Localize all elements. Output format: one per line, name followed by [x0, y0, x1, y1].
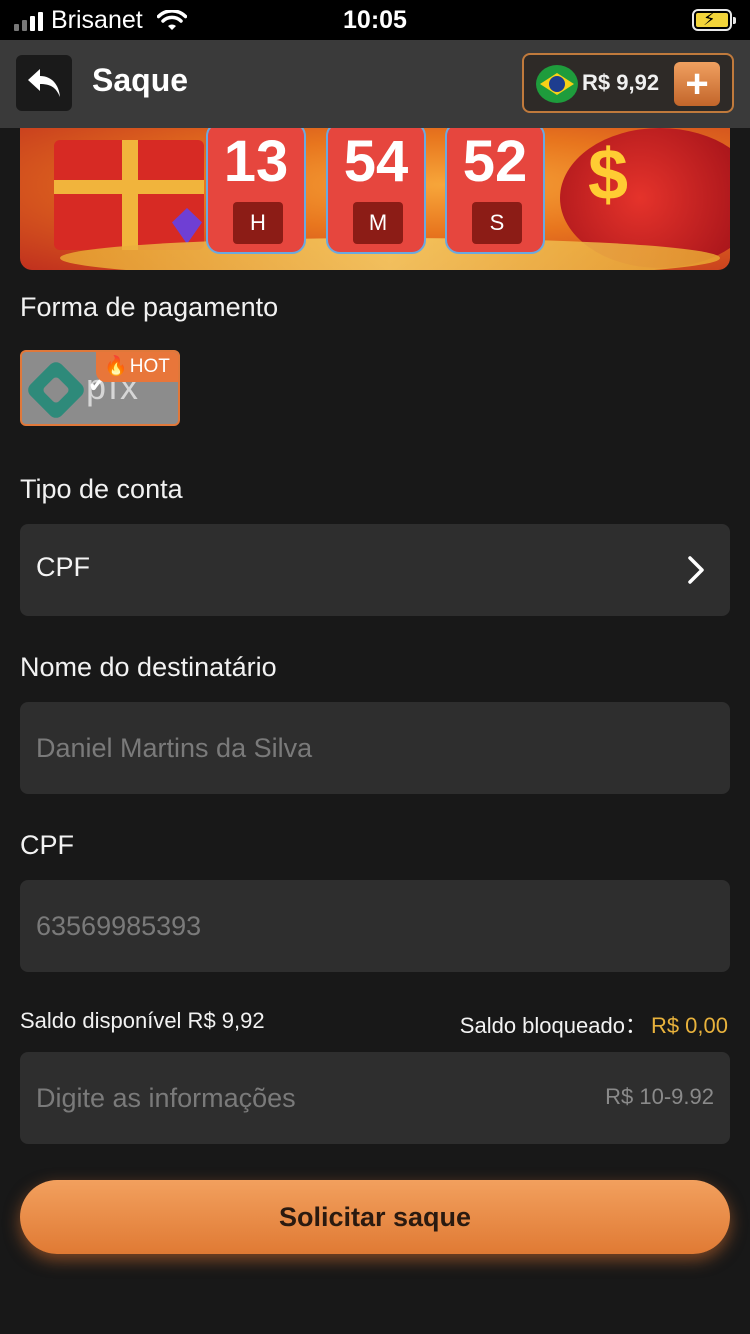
plus-icon: + [685, 62, 709, 106]
amount-input[interactable] [36, 1052, 576, 1144]
deposit-add-button[interactable]: + [674, 62, 720, 106]
hot-badge: 🔥 HOT [96, 352, 178, 382]
page-title: Saque [92, 62, 189, 98]
countdown-minutes: 54 M [326, 128, 426, 254]
clock: 10:05 [343, 6, 407, 34]
recipient-name-label: Nome do destinatário [20, 652, 277, 682]
saldo-bloqueado: Saldo bloqueado： R$ 0,00 [460, 1008, 728, 1040]
flame-icon: 🔥 [104, 356, 128, 377]
chevron-right-icon [688, 556, 704, 584]
cpf-input[interactable] [36, 880, 706, 972]
pix-payment-option[interactable]: pix ✔ 🔥 HOT [20, 350, 180, 426]
recipient-name-field-container [20, 702, 730, 794]
account-type-select[interactable]: CPF [20, 524, 730, 616]
back-button[interactable] [16, 55, 72, 111]
promo-banner[interactable]: $ 13 H 54 M 52 S [20, 128, 730, 270]
saldo-bloqueado-value: R$ 0,00 [650, 1013, 728, 1038]
recipient-name-input[interactable] [36, 702, 706, 794]
back-arrow-icon [28, 69, 60, 97]
amount-range-hint: R$ 10-9.92 [605, 1084, 714, 1109]
account-type-value: CPF [36, 552, 90, 582]
countdown-minutes-unit: M [353, 202, 403, 244]
cpf-label: CPF [20, 830, 74, 860]
countdown-seconds-unit: S [472, 202, 522, 244]
balance-widget[interactable]: R$ 9,92 + [522, 53, 734, 113]
status-bar: Brisanet 10:05 ⚡ [0, 0, 750, 40]
countdown-hours-unit: H [233, 202, 283, 244]
payment-method-label: Forma de pagamento [20, 292, 279, 322]
hot-badge-label: HOT [129, 356, 170, 377]
countdown-minutes-value: 54 [343, 129, 409, 194]
countdown-seconds-value: 52 [462, 129, 528, 194]
account-type-label: Tipo de conta [20, 474, 183, 504]
saldo-bloqueado-label: Saldo bloqueado： [459, 1013, 647, 1038]
cpf-field-container [20, 880, 730, 972]
battery-icon: ⚡ [692, 9, 736, 31]
header: Saque R$ 9,92 + [0, 40, 750, 128]
countdown-hours-value: 13 [223, 129, 289, 194]
pix-logo-icon [24, 358, 88, 422]
countdown-seconds: 52 S [445, 128, 545, 254]
brazil-flag-icon [536, 65, 578, 103]
balance-amount: R$ 9,92 [582, 70, 660, 95]
amount-field-container: R$ 10-9.92 [20, 1052, 730, 1144]
saldo-disponivel: Saldo disponível R$ 9,92 [20, 1008, 265, 1033]
request-withdrawal-button[interactable]: Solicitar saque [20, 1180, 730, 1254]
countdown-hours: 13 H [206, 128, 306, 254]
charging-bolt-icon: ⚡ [703, 9, 716, 29]
dollar-icon: $ [588, 135, 629, 215]
